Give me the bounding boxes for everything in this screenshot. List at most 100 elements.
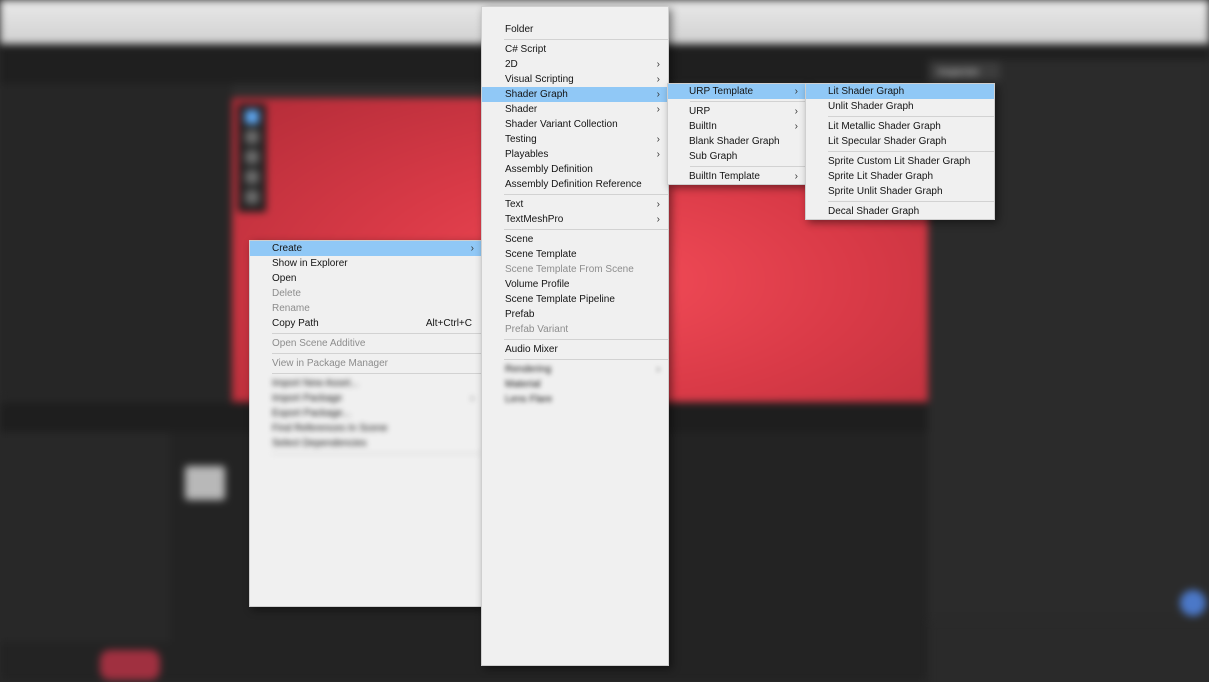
menu-item-lens-flare[interactable]: Lens Flare xyxy=(482,392,668,407)
menu-separator xyxy=(272,373,482,374)
scale-tool-icon[interactable] xyxy=(245,170,259,184)
menu-item-label: Testing xyxy=(505,134,537,145)
shortcut-label: Alt+Ctrl+C xyxy=(425,318,472,329)
chevron-right-icon: › xyxy=(656,104,660,115)
menu-item-label: Unlit Shader Graph xyxy=(828,101,914,112)
menu-item-assembly-definition-reference[interactable]: Assembly Definition Reference xyxy=(482,177,668,192)
menu-separator xyxy=(504,339,668,340)
menu-item-select-dependencies[interactable]: Select Dependencies xyxy=(250,436,482,451)
menu-item-label: Lit Specular Shader Graph xyxy=(828,136,947,147)
menu-item-scene[interactable]: Scene xyxy=(482,232,668,247)
rect-tool-icon[interactable] xyxy=(245,190,259,204)
menu-separator xyxy=(272,333,482,334)
menu-item-visual-scripting[interactable]: Visual Scripting › xyxy=(482,72,668,87)
menu-item-label: Sub Graph xyxy=(689,151,738,162)
menu-item-label: Decal Shader Graph xyxy=(828,206,920,217)
folder-icon[interactable] xyxy=(185,466,225,500)
blurred-menu-section: Import New Asset... Import Package › Expo… xyxy=(250,376,482,606)
menu-item-sub-graph[interactable]: Sub Graph xyxy=(668,149,806,164)
menu-item-playables[interactable]: Playables › xyxy=(482,147,668,162)
hand-tool-icon[interactable] xyxy=(245,110,259,124)
menu-item-label: Import Package xyxy=(272,393,343,404)
menu-item-create[interactable]: Create › xyxy=(250,241,482,256)
menu-item-builtin[interactable]: BuiltIn › xyxy=(668,119,806,134)
menu-item-2d[interactable]: 2D › xyxy=(482,57,668,72)
menu-item-label: Scene Template xyxy=(505,249,577,260)
menu-item-scene-template-from-scene[interactable]: Scene Template From Scene xyxy=(482,262,668,277)
menu-item-blank-shader-graph[interactable]: Blank Shader Graph xyxy=(668,134,806,149)
menu-item-text[interactable]: Text › xyxy=(482,197,668,212)
menu-item-label: 2D xyxy=(505,59,518,70)
menu-item-label: Rendering xyxy=(505,364,552,375)
menu-item-rendering[interactable]: Rendering › xyxy=(482,362,668,377)
menu-item-decal-shader-graph[interactable]: Decal Shader Graph xyxy=(806,204,994,219)
menu-item-folder[interactable]: Folder xyxy=(482,22,668,37)
menu-item-lit-shader-graph[interactable]: Lit Shader Graph xyxy=(806,84,994,99)
menu-item-open[interactable]: Open xyxy=(250,271,482,286)
menu-item-label: Shader Variant Collection xyxy=(505,119,618,130)
menu-item-label: View in Package Manager xyxy=(272,358,388,369)
menu-item-label: Assembly Definition xyxy=(505,164,593,175)
menu-item-export-package[interactable]: Export Package... xyxy=(250,406,482,421)
menu-separator xyxy=(828,151,994,152)
chevron-right-icon: › xyxy=(794,86,798,97)
menu-item-material[interactable]: Material xyxy=(482,377,668,392)
menu-item-lit-specular-shader-graph[interactable]: Lit Specular Shader Graph xyxy=(806,134,994,149)
menu-item-sprite-unlit-shader-graph[interactable]: Sprite Unlit Shader Graph xyxy=(806,184,994,199)
menu-item-prefab[interactable]: Prefab xyxy=(482,307,668,322)
menu-separator xyxy=(690,166,806,167)
menu-separator xyxy=(272,453,482,454)
tab-inspector[interactable]: Inspector xyxy=(930,62,1000,80)
menu-item-scene-template[interactable]: Scene Template xyxy=(482,247,668,262)
menu-item-sprite-lit-shader-graph[interactable]: Sprite Lit Shader Graph xyxy=(806,169,994,184)
menu-item-find-references[interactable]: Find References In Scene xyxy=(250,421,482,436)
menu-item-shader-graph[interactable]: Shader Graph › xyxy=(482,87,668,102)
menu-item-label: Folder xyxy=(505,24,534,35)
menu-item-urp-template[interactable]: URP Template › xyxy=(668,84,806,99)
menu-item-shader[interactable]: Shader › xyxy=(482,102,668,117)
menu-item-open-scene-additive[interactable]: Open Scene Additive xyxy=(250,336,482,351)
collab-icon[interactable] xyxy=(1180,590,1206,616)
menu-item-label: Lens Flare xyxy=(505,394,553,405)
menu-item-volume-profile[interactable]: Volume Profile xyxy=(482,277,668,292)
menu-item-urp[interactable]: URP › xyxy=(668,104,806,119)
menu-item-audio-mixer[interactable]: Audio Mixer xyxy=(482,342,668,357)
menu-top-spacer xyxy=(482,7,668,22)
menu-item-unlit-shader-graph[interactable]: Unlit Shader Graph xyxy=(806,99,994,114)
create-submenu: Folder C# Script 2D › Visual Scripting › S… xyxy=(481,6,669,666)
menu-item-label: Lit Shader Graph xyxy=(828,86,905,97)
menu-item-builtin-template[interactable]: BuiltIn Template › xyxy=(668,169,806,184)
menu-item-label: Open xyxy=(272,273,297,284)
menu-item-assembly-definition[interactable]: Assembly Definition xyxy=(482,162,668,177)
chevron-right-icon: › xyxy=(656,74,660,85)
menu-item-label: Find References In Scene xyxy=(272,423,388,434)
menu-item-import-new-asset[interactable]: Import New Asset... xyxy=(250,376,482,391)
move-tool-icon[interactable] xyxy=(245,130,259,144)
menu-item-rename[interactable]: Rename xyxy=(250,301,482,316)
menu-item-textmeshpro[interactable]: TextMeshPro › xyxy=(482,212,668,227)
menu-item-label: Visual Scripting xyxy=(505,74,574,85)
menu-item-delete[interactable]: Delete xyxy=(250,286,482,301)
menu-item-label: Create xyxy=(272,243,303,254)
menu-item-label: Prefab Variant xyxy=(505,324,569,335)
menu-item-label: BuiltIn Template xyxy=(689,171,760,182)
menu-item-label: Scene Template From Scene xyxy=(505,264,634,275)
rotate-tool-icon[interactable] xyxy=(245,150,259,164)
menu-item-label: Rename xyxy=(272,303,310,314)
inspector-tab-label: Inspector xyxy=(938,67,980,78)
menu-item-label: Volume Profile xyxy=(505,279,570,290)
menu-item-copy-path[interactable]: Copy Path Alt+Ctrl+C xyxy=(250,316,482,331)
menu-item-prefab-variant[interactable]: Prefab Variant xyxy=(482,322,668,337)
hierarchy-panel xyxy=(0,84,232,400)
menu-item-sprite-custom-lit-shader-graph[interactable]: Sprite Custom Lit Shader Graph xyxy=(806,154,994,169)
menu-item-csharp-script[interactable]: C# Script xyxy=(482,42,668,57)
menu-item-label: URP Template xyxy=(689,86,754,97)
menu-item-lit-metallic-shader-graph[interactable]: Lit Metallic Shader Graph xyxy=(806,119,994,134)
menu-item-testing[interactable]: Testing › xyxy=(482,132,668,147)
menu-item-import-package[interactable]: Import Package › xyxy=(250,391,482,406)
menu-item-scene-template-pipeline[interactable]: Scene Template Pipeline xyxy=(482,292,668,307)
chevron-right-icon: › xyxy=(656,149,660,160)
menu-item-shader-variant-collection[interactable]: Shader Variant Collection xyxy=(482,117,668,132)
menu-item-view-in-package-manager[interactable]: View in Package Manager xyxy=(250,356,482,371)
menu-item-show-in-explorer[interactable]: Show in Explorer xyxy=(250,256,482,271)
